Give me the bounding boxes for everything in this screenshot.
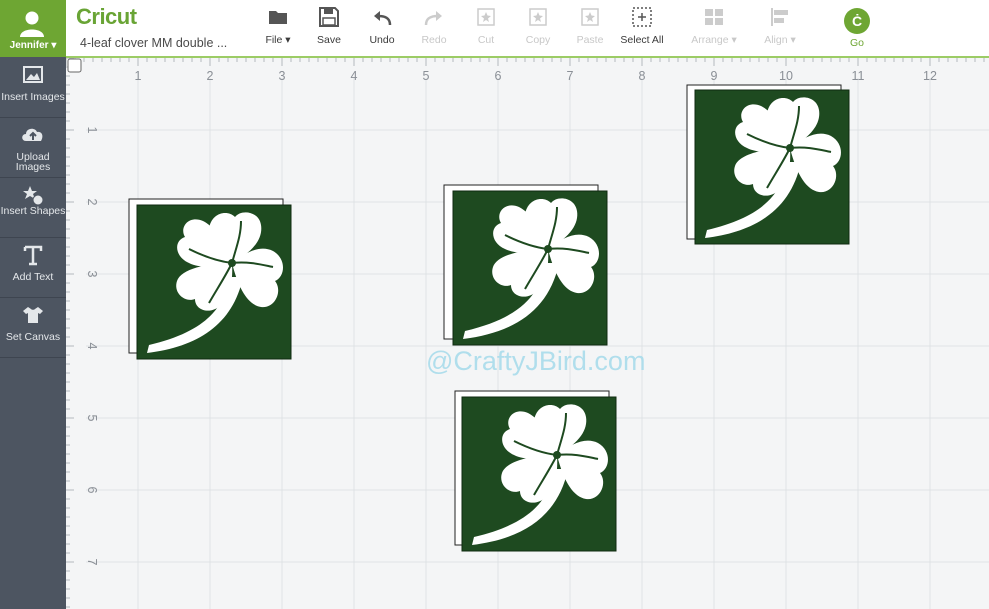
ruler-top-label: 10 xyxy=(779,69,793,83)
ruler-top-label: 12 xyxy=(923,69,937,83)
clover-object-3[interactable] xyxy=(686,84,850,245)
cricut-logo: Cricut xyxy=(76,4,137,29)
ruler-left-label: 1 xyxy=(85,127,99,134)
align-menu-button[interactable]: Align ▾ xyxy=(752,6,808,50)
image-icon xyxy=(23,66,43,83)
clover-object-2[interactable] xyxy=(443,184,608,346)
sidebar-item-set-canvas[interactable]: Set Canvas xyxy=(0,298,66,358)
paste-icon xyxy=(581,8,599,26)
ruler-left-label: 2 xyxy=(85,199,99,206)
ruler-top-label: 7 xyxy=(567,69,574,83)
sidebar-item-label: Set Canvas xyxy=(5,331,61,343)
ruler-top-label: 1 xyxy=(135,69,142,83)
ruler-top-label: 8 xyxy=(639,69,646,83)
select-all-button[interactable]: Select All xyxy=(614,6,670,50)
clover-object-4[interactable] xyxy=(454,390,617,552)
ruler-left-label: 4 xyxy=(85,343,99,350)
copy-icon xyxy=(529,8,547,26)
project-title[interactable]: 4-leaf clover MM double ... xyxy=(80,36,227,50)
sidebar-item-label: Insert Shapes xyxy=(0,205,66,217)
ruler-left-label: 5 xyxy=(85,415,99,422)
arrange-menu-button[interactable]: Arrange ▾ xyxy=(686,6,742,50)
shapes-icon xyxy=(23,186,44,206)
sidebar-item-insert-shapes[interactable]: Insert Shapes xyxy=(0,178,66,238)
user-avatar-icon xyxy=(20,11,44,37)
go-button[interactable]: Ċ Go xyxy=(829,6,885,50)
ruler-left-label: 7 xyxy=(85,559,99,566)
watermark-text: @CraftyJBird.com xyxy=(426,346,646,376)
select-all-icon xyxy=(632,7,652,27)
shirt-icon xyxy=(23,307,43,323)
user-name: Jennifer ▾ xyxy=(9,40,57,51)
ruler-top-label: 4 xyxy=(351,69,358,83)
cricut-design-space-app: Jennifer ▾ Insert Images Upload Images I… xyxy=(0,0,989,609)
ruler-corner xyxy=(67,58,82,73)
sidebar-item-add-text[interactable]: Add Text xyxy=(0,238,66,298)
text-icon xyxy=(23,245,43,266)
undo-icon xyxy=(374,11,392,26)
ruler-top-label: 5 xyxy=(423,69,430,83)
clover-object-1[interactable] xyxy=(128,198,292,360)
ruler-left-label: 3 xyxy=(85,271,99,278)
copy-button[interactable]: Copy xyxy=(510,6,566,50)
ruler-top-label: 3 xyxy=(279,69,286,83)
save-icon xyxy=(319,7,339,27)
ruler-left: 1 2 3 4 5 6 7 xyxy=(66,58,99,608)
cut-icon xyxy=(477,8,495,26)
paste-button[interactable]: Paste xyxy=(562,6,618,50)
ruler-top-label: 9 xyxy=(711,69,718,83)
design-canvas[interactable]: 1 2 3 4 5 6 7 8 9 10 11 12 1234567 @CraftyJB xyxy=(66,58,989,609)
sidebar-item-insert-images[interactable]: Insert Images xyxy=(0,58,66,118)
sidebar-item-label: Upload Images xyxy=(15,151,51,173)
ruler-left-label: 6 xyxy=(85,487,99,494)
folder-icon xyxy=(269,11,287,24)
ruler-top-label: 6 xyxy=(495,69,502,83)
ruler-top: 1 2 3 4 5 6 7 8 9 10 11 12 xyxy=(66,58,985,83)
file-menu-button[interactable]: File ▾ xyxy=(250,6,306,50)
sidebar-item-label: Insert Images xyxy=(1,91,65,103)
ruler-top-label: 11 xyxy=(852,69,865,83)
sidebar-item-label: Add Text xyxy=(12,271,54,283)
cloud-upload-icon xyxy=(22,128,43,141)
canvas-grid: 1 2 3 4 5 6 7 8 9 10 11 12 1234567 xyxy=(66,58,989,609)
sidebar-item-upload-images[interactable]: Upload Images xyxy=(0,118,66,178)
arrange-icon xyxy=(705,9,723,25)
align-icon xyxy=(771,8,788,26)
undo-button[interactable]: Undo xyxy=(354,6,410,50)
go-icon: Ċ xyxy=(844,8,870,34)
redo-icon xyxy=(424,11,442,26)
ruler-top-label: 2 xyxy=(207,69,214,83)
save-button[interactable]: Save xyxy=(301,6,357,50)
user-menu-button[interactable]: Jennifer ▾ xyxy=(0,0,66,57)
cut-button[interactable]: Cut xyxy=(458,6,514,50)
top-toolbar: Cricut 4-leaf clover MM double ... File … xyxy=(66,0,989,57)
left-sidebar: Jennifer ▾ Insert Images Upload Images I… xyxy=(0,0,66,609)
redo-button[interactable]: Redo xyxy=(406,6,462,50)
